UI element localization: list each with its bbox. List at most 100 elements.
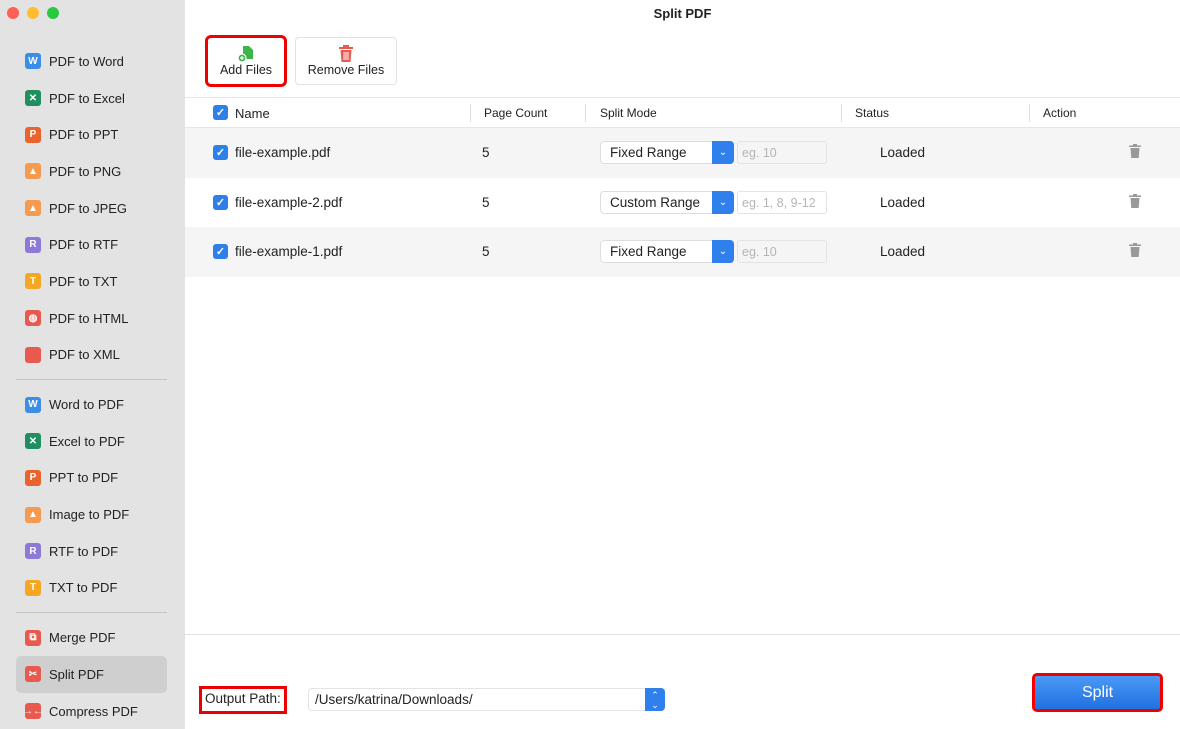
minimize-window-button[interactable]: [27, 7, 39, 19]
status-text: Loaded: [880, 244, 926, 260]
split-mode-select[interactable]: Fixed Range ⌄: [600, 240, 734, 264]
row-checkbox[interactable]: ✓: [213, 145, 228, 160]
file-name: file-example.pdf: [235, 145, 331, 160]
chevron-down-icon[interactable]: ⌄: [712, 190, 734, 214]
split-button[interactable]: Split: [1032, 673, 1163, 712]
sidebar-item-pdf-to-html[interactable]: ◍ PDF to HTML: [16, 300, 167, 337]
sidebar-item-label: PDF to PPT: [49, 127, 119, 143]
add-file-icon: [237, 46, 253, 63]
scissors-icon: ✂: [25, 666, 41, 683]
table-row: ✓ file-example-1.pdf 5 Fixed Range ⌄ eg. …: [185, 227, 1180, 278]
txt-icon: T: [25, 273, 41, 290]
ppt-icon: P: [25, 469, 41, 486]
sidebar-item-excel-to-pdf[interactable]: ✕ Excel to PDF: [16, 423, 167, 460]
sidebar-item-pdf-to-png[interactable]: ▲ PDF to PNG: [16, 153, 167, 190]
remove-files-label: Remove Files: [307, 63, 385, 77]
stepper-chevron-icon[interactable]: ⌃ ⌄: [645, 688, 665, 711]
sidebar-item-pdf-to-word[interactable]: W PDF to Word: [16, 43, 167, 80]
split-mode-value: Custom Range: [610, 194, 701, 210]
range-placeholder: eg. 1, 8, 9-12: [742, 195, 816, 210]
select-all-checkbox[interactable]: ✓: [213, 105, 228, 120]
sidebar-item-label: Split PDF: [49, 666, 104, 682]
sidebar-item-label: TXT to PDF: [49, 580, 118, 596]
status-text: Loaded: [880, 145, 926, 160]
split-mode-select[interactable]: Fixed Range ⌄: [600, 141, 734, 164]
close-window-button[interactable]: [7, 7, 19, 19]
sidebar-item-label: Word to PDF: [49, 397, 124, 413]
header-status[interactable]: Status: [855, 106, 889, 120]
word-icon: W: [25, 53, 41, 70]
window-title: Split PDF: [653, 6, 712, 21]
output-path-select[interactable]: /Users/katrina/Downloads/ ⌃ ⌄: [308, 688, 665, 711]
header-page-count[interactable]: Page Count: [484, 106, 547, 120]
sidebar-item-pdf-to-rtf[interactable]: R PDF to RTF: [16, 226, 167, 263]
header-split-mode[interactable]: Split Mode: [600, 106, 657, 120]
sidebar-item-pdf-to-xml[interactable]: PDF to XML: [16, 337, 167, 374]
output-path-value: /Users/katrina/Downloads/: [315, 692, 473, 707]
sidebar-item-pdf-to-ppt[interactable]: P PDF to PPT: [16, 116, 167, 153]
sidebar-item-label: PPT to PDF: [49, 470, 119, 486]
sidebar-divider: [16, 379, 167, 381]
image-icon: ▲: [25, 163, 41, 180]
header-name[interactable]: Name: [235, 106, 270, 121]
sidebar-item-word-to-pdf[interactable]: W Word to PDF: [16, 386, 167, 423]
trash-icon: [339, 45, 353, 62]
row-checkbox[interactable]: ✓: [213, 194, 228, 210]
sidebar: W PDF to Word ✕ PDF to Excel P PDF to PPT ▲ PDF…: [0, 0, 185, 729]
table-header: ✓ Name Page Count Split Mode Status Acti…: [185, 97, 1180, 128]
zoom-window-button[interactable]: [47, 7, 59, 19]
status-text: Loaded: [880, 194, 926, 210]
window-controls: [7, 7, 59, 19]
main-panel: Split PDF Add Files Remove Files ✓ Name …: [185, 0, 1180, 729]
sidebar-item-split-pdf[interactable]: ✂ Split PDF: [16, 656, 167, 693]
range-input[interactable]: eg. 1, 8, 9-12: [737, 190, 827, 214]
txt-icon: T: [25, 579, 41, 596]
sidebar-item-label: PDF to XML: [49, 347, 120, 363]
sidebar-item-pdf-to-txt[interactable]: T PDF to TXT: [16, 263, 167, 300]
excel-icon: ✕: [25, 90, 41, 107]
remove-files-button[interactable]: Remove Files: [295, 37, 397, 85]
merge-icon: ⧉: [25, 629, 41, 646]
sidebar-item-merge-pdf[interactable]: ⧉ Merge PDF: [16, 619, 167, 656]
file-name: file-example-1.pdf: [235, 244, 343, 260]
sidebar-item-ppt-to-pdf[interactable]: P PPT to PDF: [16, 460, 167, 497]
sidebar-item-compress-pdf[interactable]: →← Compress PDF: [16, 693, 167, 729]
chevron-down-icon[interactable]: ⌄: [712, 240, 734, 264]
split-mode-select[interactable]: Custom Range ⌄: [600, 190, 734, 214]
sidebar-item-label: PDF to TXT: [49, 273, 118, 289]
sidebar-item-label: PDF to HTML: [49, 310, 129, 326]
sidebar-item-label: Merge PDF: [49, 630, 116, 646]
table-row: ✓ file-example-2.pdf 5 Custom Range ⌄ eg.…: [185, 178, 1180, 228]
row-checkbox[interactable]: ✓: [213, 244, 228, 260]
sidebar-item-label: PDF to Word: [49, 53, 124, 69]
rtf-icon: R: [25, 543, 41, 560]
sidebar-item-txt-to-pdf[interactable]: T TXT to PDF: [16, 570, 167, 607]
split-mode-value: Fixed Range: [610, 145, 687, 160]
globe-icon: ◍: [25, 310, 41, 327]
add-files-button[interactable]: Add Files: [205, 35, 287, 87]
compress-icon: →←: [23, 703, 43, 720]
word-icon: W: [25, 396, 41, 413]
output-path-label: Output Path:: [199, 686, 287, 714]
trash-icon[interactable]: [1129, 243, 1141, 260]
rtf-icon: R: [25, 236, 41, 253]
sidebar-item-pdf-to-jpeg[interactable]: ▲ PDF to JPEG: [16, 190, 167, 227]
sidebar-item-pdf-to-excel[interactable]: ✕ PDF to Excel: [16, 80, 167, 117]
trash-icon[interactable]: [1129, 144, 1141, 161]
range-placeholder: eg. 10: [742, 146, 777, 160]
page-count: 5: [482, 145, 490, 160]
range-input[interactable]: eg. 10: [737, 141, 827, 164]
excel-icon: ✕: [25, 433, 41, 450]
sidebar-item-image-to-pdf[interactable]: ▲ Image to PDF: [16, 496, 167, 533]
sidebar-item-label: RTF to PDF: [49, 543, 119, 559]
ppt-icon: P: [25, 126, 41, 143]
sidebar-item-label: Compress PDF: [49, 703, 138, 719]
sidebar-item-label: PDF to PNG: [49, 163, 122, 179]
sidebar-item-rtf-to-pdf[interactable]: R RTF to PDF: [16, 533, 167, 570]
range-input[interactable]: eg. 10: [737, 240, 827, 264]
footer-divider: [185, 634, 1180, 635]
trash-icon[interactable]: [1129, 193, 1141, 211]
sidebar-item-label: PDF to JPEG: [49, 200, 128, 216]
table-row: ✓ file-example.pdf 5 Fixed Range ⌄ eg. 10…: [185, 128, 1180, 178]
chevron-down-icon[interactable]: ⌄: [712, 141, 734, 164]
